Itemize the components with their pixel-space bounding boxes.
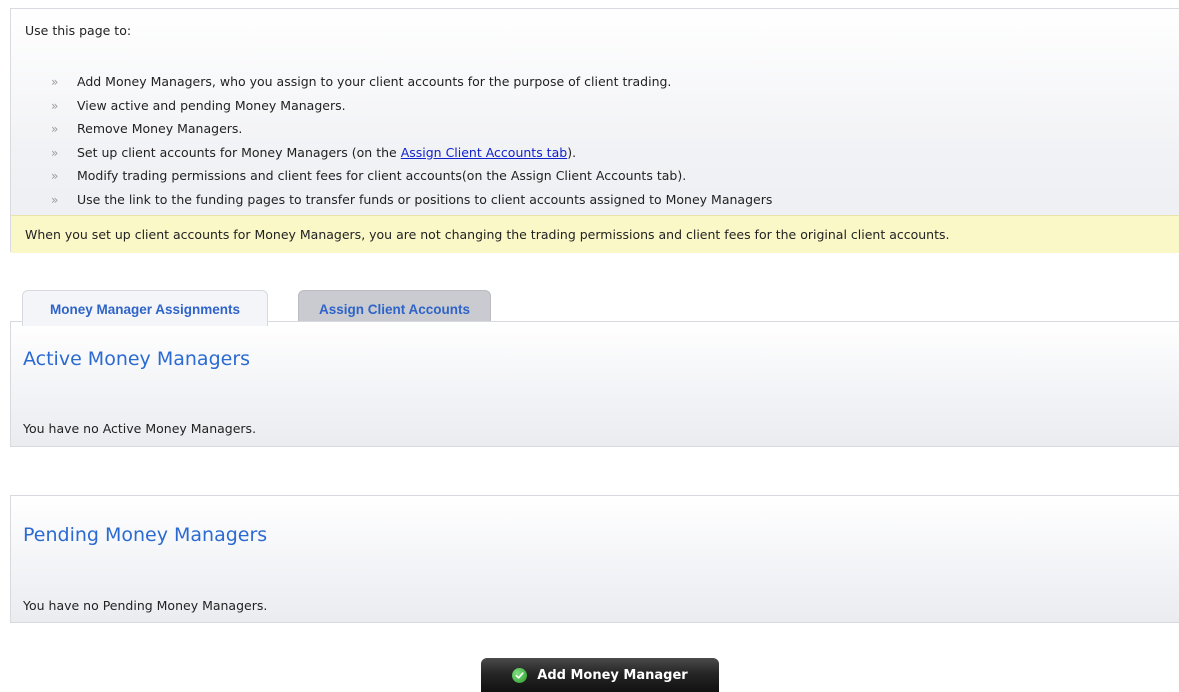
list-item: » Set up client accounts for Money Manage… bbox=[51, 141, 772, 165]
assign-client-accounts-link[interactable]: Assign Client Accounts tab bbox=[401, 145, 568, 160]
list-item-text: View active and pending Money Managers. bbox=[77, 97, 346, 113]
active-money-managers-panel: Active Money Managers You have no Active… bbox=[10, 321, 1179, 447]
add-money-manager-label: Add Money Manager bbox=[537, 667, 688, 683]
bullet-arrow-icon: » bbox=[51, 192, 59, 207]
list-item-text-after: ). bbox=[567, 144, 577, 160]
bullet-arrow-icon: » bbox=[51, 145, 59, 160]
intro-text: Use this page to: bbox=[25, 23, 132, 38]
bullet-arrow-icon: » bbox=[51, 169, 59, 183]
list-item: » View active and pending Money Managers. bbox=[51, 94, 772, 118]
check-circle-icon bbox=[512, 667, 528, 683]
list-item-text: Remove Money Managers. bbox=[77, 121, 243, 136]
list-item: » Use the link to the funding pages to tr… bbox=[51, 188, 772, 212]
active-money-managers-title: Active Money Managers bbox=[23, 348, 251, 370]
pending-money-managers-panel: Pending Money Managers You have no Pendi… bbox=[10, 495, 1179, 623]
list-item-text-before: Set up client accounts for Money Manager… bbox=[77, 144, 401, 160]
list-item: » Remove Money Managers. bbox=[51, 117, 772, 141]
money-managers-page: Use this page to: » Add Money Managers, w… bbox=[0, 0, 1179, 692]
instructions-list: » Add Money Managers, who you assign to y… bbox=[51, 70, 772, 211]
pending-money-managers-title: Pending Money Managers bbox=[23, 524, 268, 546]
pending-empty-message: You have no Pending Money Managers. bbox=[23, 598, 268, 613]
list-item: » Modify trading permissions and client f… bbox=[51, 164, 772, 188]
bullet-arrow-icon: » bbox=[51, 98, 59, 113]
bullet-arrow-icon: » bbox=[51, 75, 59, 89]
info-box: Use this page to: » Add Money Managers, w… bbox=[10, 8, 1179, 253]
tab-money-manager-assignments[interactable]: Money Manager Assignments bbox=[22, 290, 268, 326]
list-item-text: Add Money Managers, who you assign to yo… bbox=[77, 74, 672, 89]
active-empty-message: You have no Active Money Managers. bbox=[23, 421, 257, 436]
list-item-text: Modify trading permissions and client fe… bbox=[77, 168, 687, 183]
list-item-text: Use the link to the funding pages to tra… bbox=[77, 191, 773, 207]
list-item: » Add Money Managers, who you assign to y… bbox=[51, 70, 772, 94]
add-money-manager-button[interactable]: Add Money Manager bbox=[481, 658, 719, 692]
bullet-arrow-icon: » bbox=[51, 122, 59, 136]
warning-note: When you set up client accounts for Mone… bbox=[11, 215, 1179, 253]
